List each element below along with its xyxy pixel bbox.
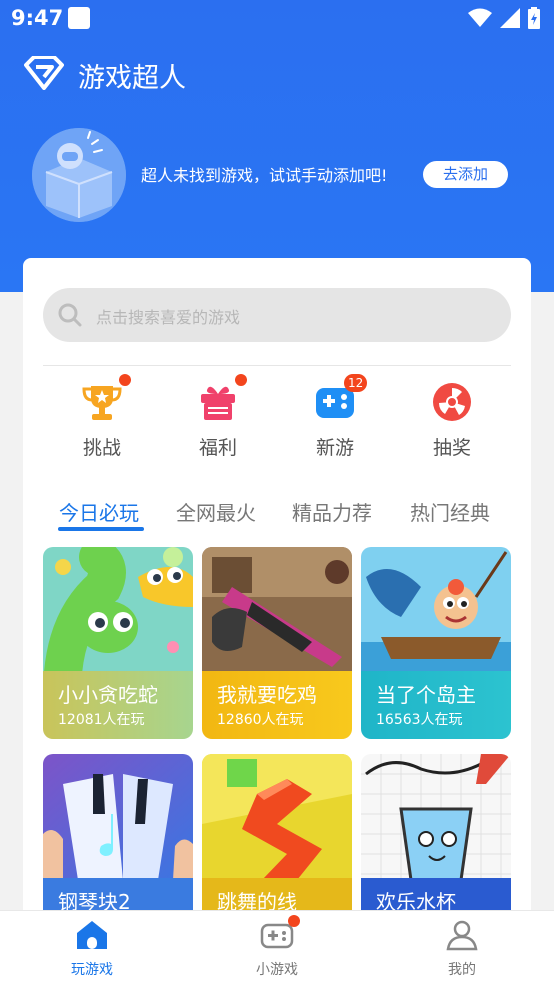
notification-icon	[68, 7, 90, 29]
game-card-piano[interactable]: 钢琴块2	[43, 754, 193, 910]
trophy-icon	[80, 374, 131, 424]
game-art-dancing-line	[202, 754, 352, 880]
game-player-count: 12081人在玩	[58, 712, 145, 728]
game-name: 小小贪吃蛇	[58, 683, 158, 707]
quick-action-label: 新游	[315, 437, 354, 459]
divider	[43, 365, 511, 366]
quick-action-label: 福利	[198, 437, 237, 459]
game-card-chicken[interactable]: 我就要吃鸡 12860人在玩	[202, 547, 352, 739]
game-footer: 当了个岛主 16563人在玩	[361, 671, 511, 739]
lottery-wheel-icon	[430, 380, 474, 424]
game-art-chicken	[202, 547, 352, 673]
game-footer: 我就要吃鸡 12860人在玩	[202, 671, 352, 739]
bottom-navigation: 玩游戏 小游戏 我的	[0, 910, 554, 985]
active-tab-indicator	[58, 527, 144, 531]
game-art-snake	[43, 547, 193, 673]
notification-dot	[119, 374, 131, 386]
nav-label: 小游戏	[256, 962, 298, 978]
game-name: 欢乐水杯	[376, 890, 456, 910]
game-name: 当了个岛主	[376, 683, 476, 707]
status-bar: 9:47	[0, 0, 554, 36]
game-card-dancing-line[interactable]: 跳舞的线	[202, 754, 352, 910]
user-icon	[446, 920, 478, 951]
search-placeholder: 点击搜索喜爱的游戏	[96, 308, 241, 327]
game-card-snake[interactable]: 小小贪吃蛇 12081人在玩	[43, 547, 193, 739]
tab-today-must-play[interactable]: 今日必玩	[59, 497, 139, 526]
game-card-island[interactable]: 当了个岛主 16563人在玩	[361, 547, 511, 739]
nav-label: 我的	[448, 962, 476, 978]
empty-state-message: 超人未找到游戏，试试手动添加吧!	[141, 166, 388, 185]
notification-dot	[235, 374, 247, 386]
tab-classics[interactable]: 热门经典	[410, 497, 490, 526]
quick-action-lottery[interactable]: 抽奖	[407, 380, 497, 460]
status-time: 9:47	[11, 6, 64, 30]
tab-hottest[interactable]: 全网最火	[176, 497, 256, 526]
system-icons	[468, 7, 540, 29]
signal-icon	[500, 8, 520, 28]
empty-box-illustration	[32, 128, 126, 222]
nav-play-games[interactable]: 玩游戏	[42, 919, 142, 979]
wifi-icon	[468, 8, 492, 27]
game-art-happy-glass	[361, 754, 511, 880]
quick-action-welfare[interactable]: 福利	[173, 374, 263, 460]
gamepad-icon: 12	[313, 374, 368, 424]
nav-mini-games[interactable]: 小游戏	[227, 915, 327, 979]
game-art-piano	[43, 754, 193, 880]
game-name: 我就要吃鸡	[217, 683, 317, 707]
game-player-count: 12860人在玩	[217, 712, 304, 728]
notification-dot	[288, 915, 300, 927]
game-player-count: 16563人在玩	[376, 712, 463, 728]
game-name: 跳舞的线	[217, 890, 297, 910]
app-title: 游戏超人	[78, 63, 186, 94]
add-game-button[interactable]: 去添加	[423, 161, 508, 188]
new-games-badge: 12	[344, 374, 368, 392]
app-logo-icon	[24, 56, 64, 90]
game-art-island	[361, 547, 511, 673]
quick-action-label: 抽奖	[432, 437, 471, 459]
game-card-happy-glass[interactable]: 欢乐水杯	[361, 754, 511, 910]
nav-profile[interactable]: 我的	[412, 919, 512, 979]
tab-recommended[interactable]: 精品力荐	[292, 497, 372, 526]
quick-action-challenge[interactable]: 挑战	[57, 374, 147, 460]
search-input[interactable]: 点击搜索喜爱的游戏	[43, 288, 511, 342]
quick-action-new-games[interactable]: 12 新游	[290, 374, 380, 460]
game-footer: 小小贪吃蛇 12081人在玩	[43, 671, 193, 739]
game-footer: 钢琴块2	[43, 878, 193, 910]
game-footer: 跳舞的线	[202, 878, 352, 910]
game-name: 钢琴块2	[58, 890, 131, 910]
gift-icon	[196, 374, 247, 424]
home-icon	[77, 921, 107, 949]
battery-icon	[528, 7, 540, 29]
game-footer: 欢乐水杯	[361, 878, 511, 910]
quick-action-label: 挑战	[82, 437, 121, 459]
search-icon	[58, 303, 82, 327]
nav-label: 玩游戏	[71, 962, 113, 978]
